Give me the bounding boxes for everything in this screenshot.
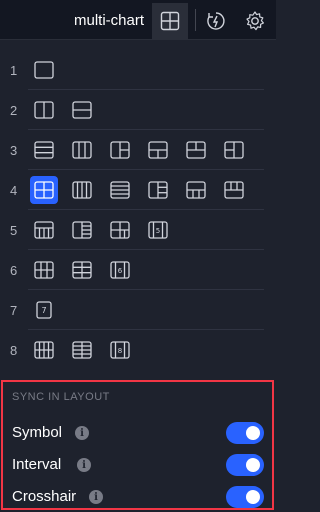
row-count: 7 [10,303,18,318]
row-count: 1 [10,63,18,78]
row-count: 5 [10,223,18,238]
toolbar-title[interactable]: multi-chart [74,12,144,29]
layout-row-7: 7 7 [0,290,276,330]
layout-grid-icon [160,11,180,31]
layout-option-3-top-1-bottom[interactable] [220,176,248,204]
sync-row-symbol: Symbol i [3,418,272,446]
layout-option-7-layout[interactable]: 7 [30,296,58,324]
row-count: 8 [10,343,18,358]
layout-badge: 7 [41,306,46,315]
layout-option-2-top-1-bottom[interactable] [182,136,210,164]
layout-option-5-layout-d[interactable]: 5 [144,216,172,244]
layout-option-8-grid-4x2[interactable] [30,336,58,364]
layout-option-1-top-3-bottom[interactable] [182,176,210,204]
layout-option-4-columns[interactable] [68,176,96,204]
layout-row-3: 3 [0,130,276,170]
layout-option-4-rows[interactable] [106,176,134,204]
layout-option-8-columns[interactable]: 8 [106,336,134,364]
layout-option-2-vertical[interactable] [30,96,58,124]
sync-label-symbol: Symbol [12,424,63,441]
sync-label-crosshair: Crosshair [12,488,77,505]
layout-option-8-rows[interactable] [68,336,96,364]
layout-row-4: 4 [0,170,276,210]
layout-option-5-layout-b[interactable] [68,216,96,244]
layout-grid-button[interactable] [152,3,188,39]
sync-row-crosshair: Crosshair i [3,482,272,510]
info-icon[interactable]: i [75,426,89,440]
layout-option-2x2-grid[interactable] [30,176,58,204]
info-icon[interactable]: i [77,458,91,472]
layout-option-1-left-3-right[interactable] [144,176,172,204]
toggle-knob [246,426,260,440]
layout-option-2-horizontal[interactable] [68,96,96,124]
layout-badge: 8 [118,347,122,355]
row-count: 2 [10,103,18,118]
layout-row-8: 8 8 [0,330,276,370]
layout-option-3-columns[interactable] [68,136,96,164]
layout-option-6-grid-2x3[interactable] [68,256,96,284]
toggle-knob [246,490,260,504]
row-count: 4 [10,183,18,198]
toggle-knob [246,458,260,472]
settings-button[interactable] [237,3,273,39]
layout-row-5: 5 5 [0,210,276,250]
layout-option-1-top-2-bottom[interactable] [144,136,172,164]
gear-icon [246,11,264,31]
sync-in-layout-panel: SYNC IN LAYOUT Symbol i Interval i Cross… [1,380,274,510]
toolbar: multi-chart [0,0,276,40]
interval-sync-toggle[interactable] [226,454,264,476]
layout-option-6-columns[interactable]: 6 [106,256,134,284]
replay-button[interactable] [198,3,234,39]
layout-badge: 5 [156,227,160,235]
sync-label-interval: Interval [12,456,62,473]
layout-option-3-rows[interactable] [30,136,58,164]
layout-option-1-left-2-right[interactable] [106,136,134,164]
row-count: 3 [10,143,18,158]
sync-section-title: SYNC IN LAYOUT [12,391,110,403]
layout-option-5-layout-a[interactable] [30,216,58,244]
layout-badge: 6 [118,267,123,275]
sync-row-interval: Interval i [3,450,272,478]
layout-option-5-layout-c[interactable] [106,216,134,244]
layout-row-6: 6 6 [0,250,276,290]
layout-menu: 1 2 3 4 5 5 6 6 7 7 8 8 [0,40,276,380]
row-count: 6 [10,263,18,278]
layout-option-single[interactable] [30,56,58,84]
layout-option-6-grid-3x2[interactable] [30,256,58,284]
info-icon[interactable]: i [89,490,103,504]
layout-row-1: 1 [0,50,276,90]
toolbar-divider [195,9,196,31]
layout-option-2-left-1-right[interactable] [220,136,248,164]
replay-icon [207,12,225,30]
layout-row-2: 2 [0,90,276,130]
crosshair-sync-toggle[interactable] [226,486,264,508]
symbol-sync-toggle[interactable] [226,422,264,444]
